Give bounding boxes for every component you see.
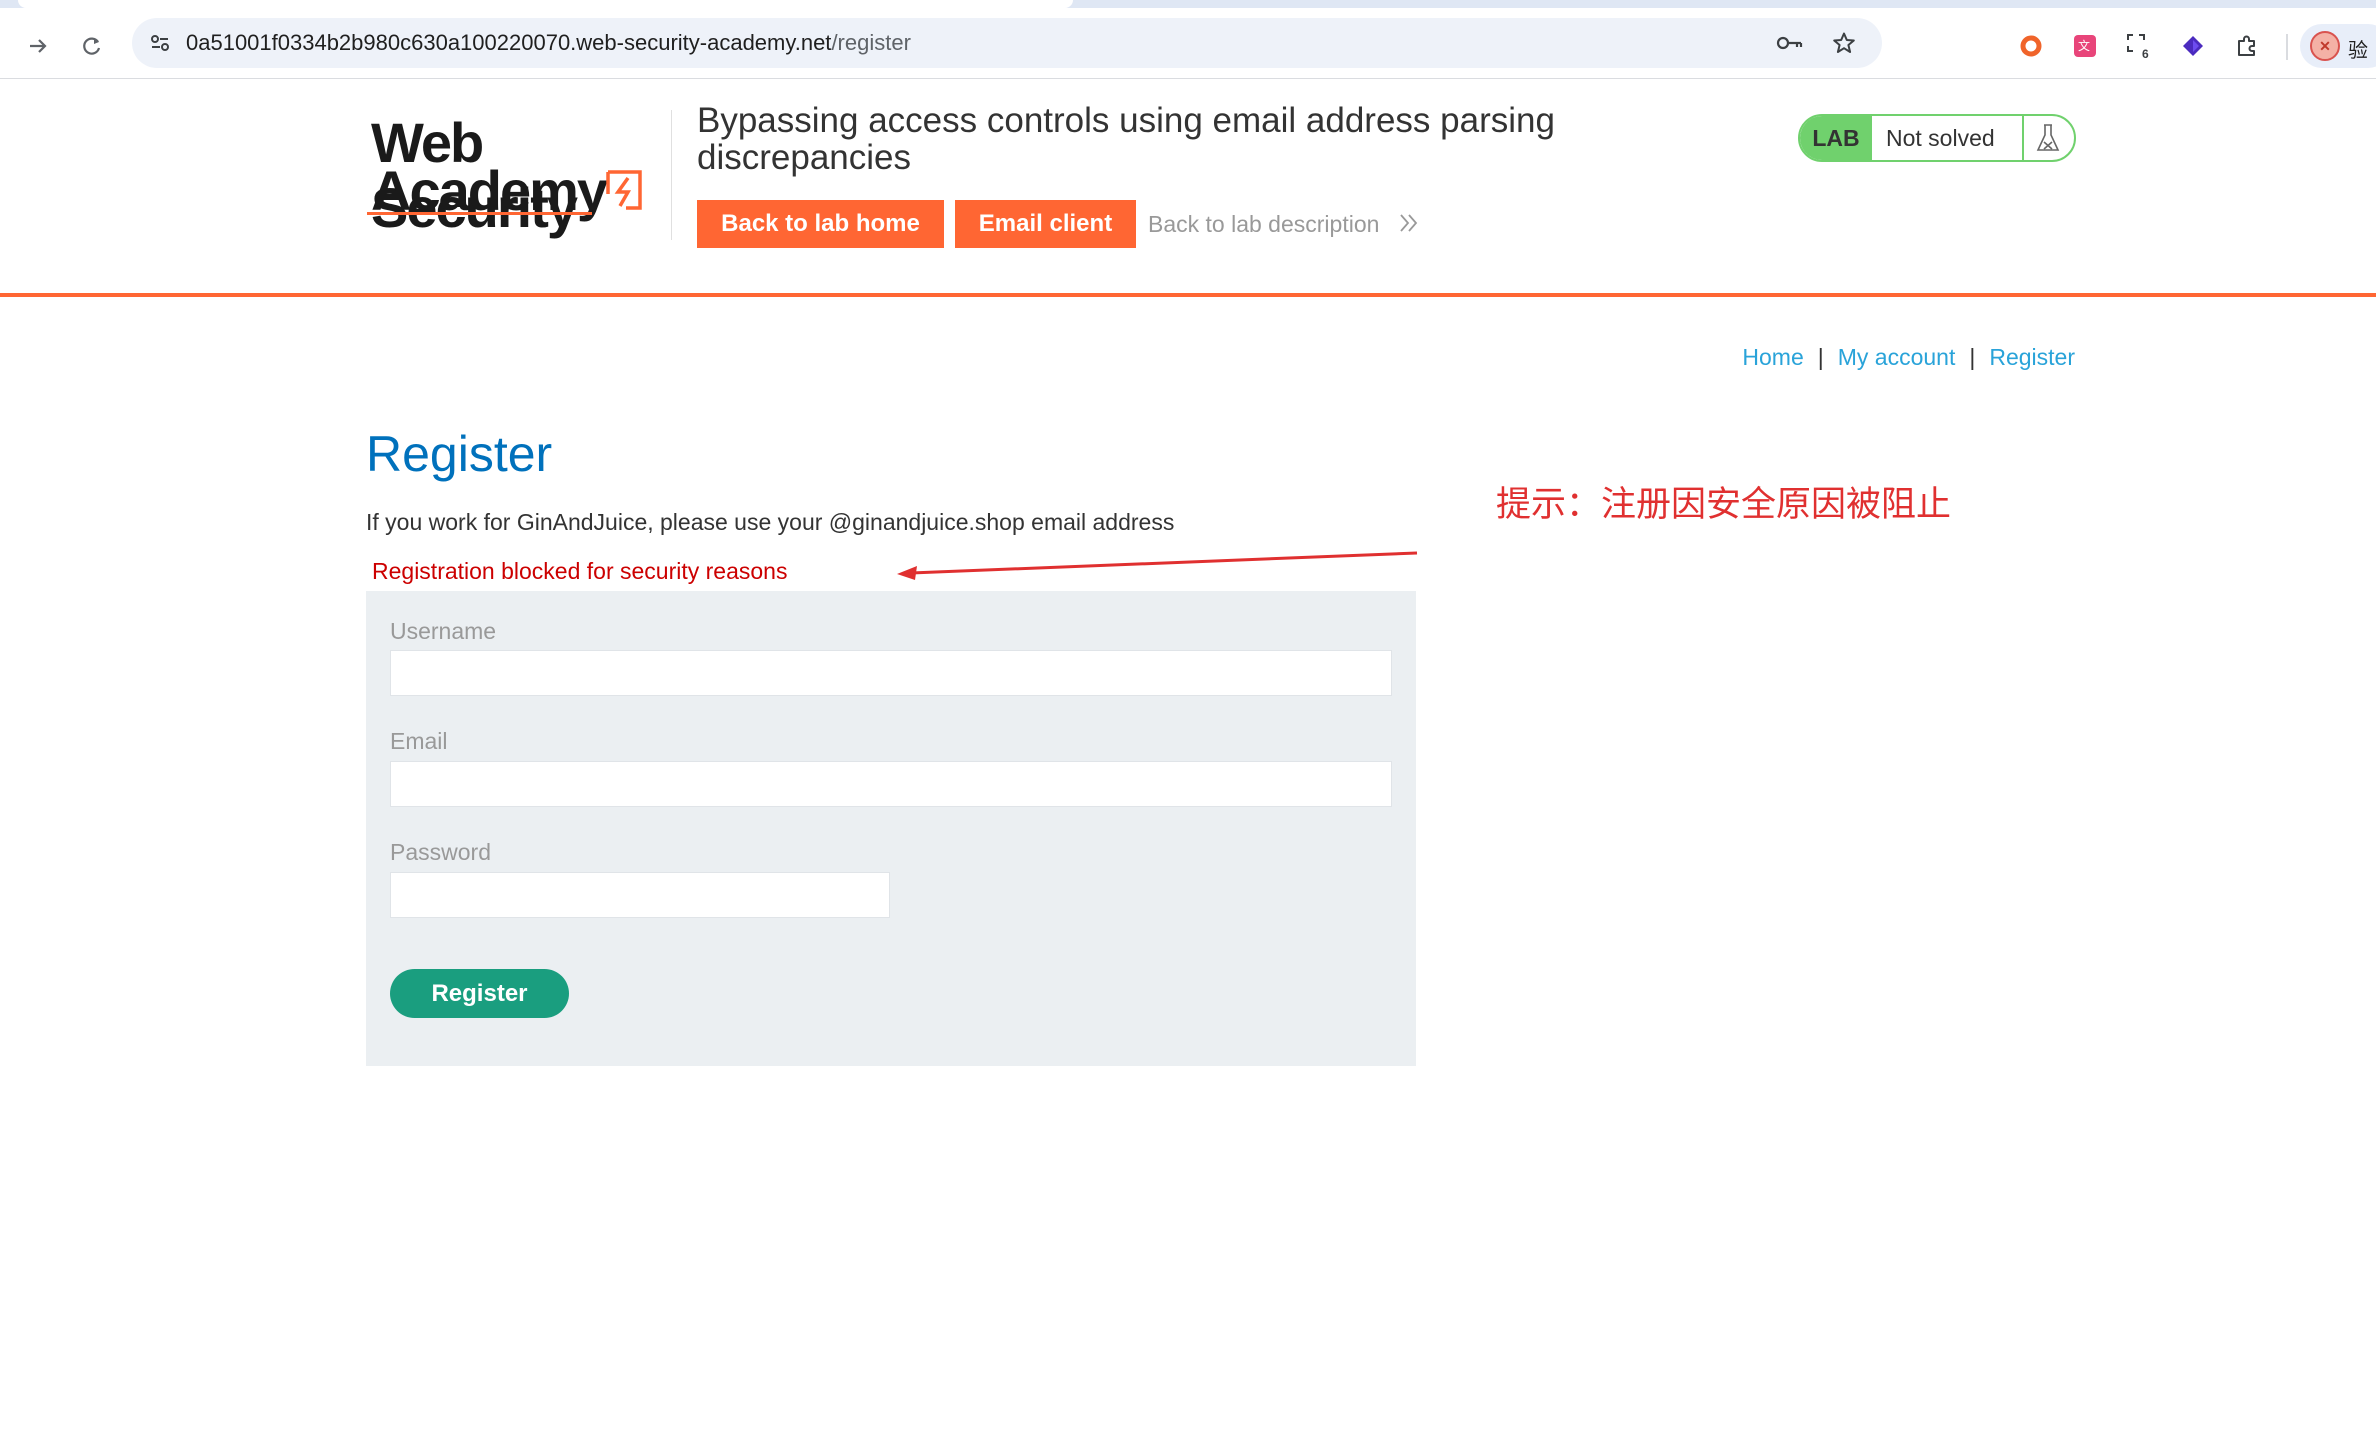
extension-badge: 6 [2142,47,2149,59]
extension-purple[interactable] [2175,28,2211,64]
puzzle-icon [2238,35,2255,56]
register-form: Username Email Password Register [366,591,1416,1066]
orange-ring-icon [2020,35,2042,57]
key-icon [1776,36,1803,50]
nav-home-link[interactable]: Home [1742,344,1803,370]
forward-button[interactable] [20,28,56,64]
email-client-button[interactable]: Email client [955,200,1136,248]
username-input[interactable] [390,650,1392,696]
nav-register-link[interactable]: Register [1989,344,2075,370]
bookmark-star-button[interactable] [1826,25,1862,61]
back-to-lab-description-link[interactable]: Back to lab description [1148,211,1379,238]
browser-toolbar: 0a51001f0334b2b980c630a100220070.web-sec… [0,8,2376,79]
star-icon [1833,32,1855,53]
header-divider [671,110,672,240]
badge-divider [2022,116,2024,160]
password-label: Password [390,839,491,865]
password-key-button[interactable] [1772,25,1808,61]
flask-icon [2036,124,2060,151]
tune-icon [151,35,169,51]
double-chevron-right-icon [1400,214,1418,232]
lab-label: LAB [1800,116,1872,160]
extension-translate[interactable]: 文 [2067,28,2103,64]
logo-underline [367,212,592,215]
lab-status-text: Not solved [1886,125,1995,151]
lab-status-badge: LAB Not solved [1798,114,2076,162]
profile-label: 验 [2348,40,2368,62]
toolbar-divider [2286,34,2288,60]
password-input[interactable] [390,872,890,918]
extension-orange[interactable] [2013,28,2049,64]
address-bar[interactable]: 0a51001f0334b2b980c630a100220070.web-sec… [132,18,1882,68]
extension-screenshot[interactable]: 6 [2121,28,2157,64]
header-orange-rule [0,293,2376,297]
translate-icon: 文 [2074,35,2096,57]
register-button[interactable]: Register [390,969,569,1018]
back-to-lab-home-button[interactable]: Back to lab home [697,200,944,248]
reload-button[interactable] [74,28,110,64]
annotation-note: 提示：注册因安全原因被阻止 [1496,485,1952,525]
url-host: 0a51001f0334b2b980c630a100220070.web-sec… [186,30,832,55]
nav-my-account-link[interactable]: My account [1838,344,1956,370]
nav-separator: | [1969,344,1976,370]
email-label: Email [390,728,448,754]
purple-diamond-icon [2183,36,2203,56]
extensions-menu-button[interactable] [2229,28,2265,64]
page-title: Register [366,426,553,482]
site-info-button[interactable] [142,25,178,61]
lightning-icon [606,170,642,210]
arrow-right-icon [30,39,47,53]
web-security-academy-logo[interactable]: Web Security Academy [367,110,667,239]
annotation-arrow [897,551,1418,580]
email-input[interactable] [390,761,1392,807]
lab-title: Bypassing access controls using email ad… [697,101,1555,177]
username-label: Username [390,618,497,644]
top-nav: Home | My account | Register [1742,344,2075,371]
url-path: /register [831,30,911,55]
reload-icon [83,37,101,55]
tab-strip [0,0,2376,8]
active-tab[interactable] [18,0,1073,8]
nav-separator: | [1817,344,1824,370]
profile-button[interactable]: ✕ 验 [2300,24,2376,68]
screenshot-icon: 6 [2127,34,2149,59]
error-message: Registration blocked for security reason… [372,558,788,584]
url-text[interactable]: 0a51001f0334b2b980c630a100220070.web-sec… [186,30,911,56]
intro-text: If you work for GinAndJuice, please use … [366,509,1175,535]
avatar: ✕ [2310,31,2340,61]
svg-text:文: 文 [2078,38,2090,53]
